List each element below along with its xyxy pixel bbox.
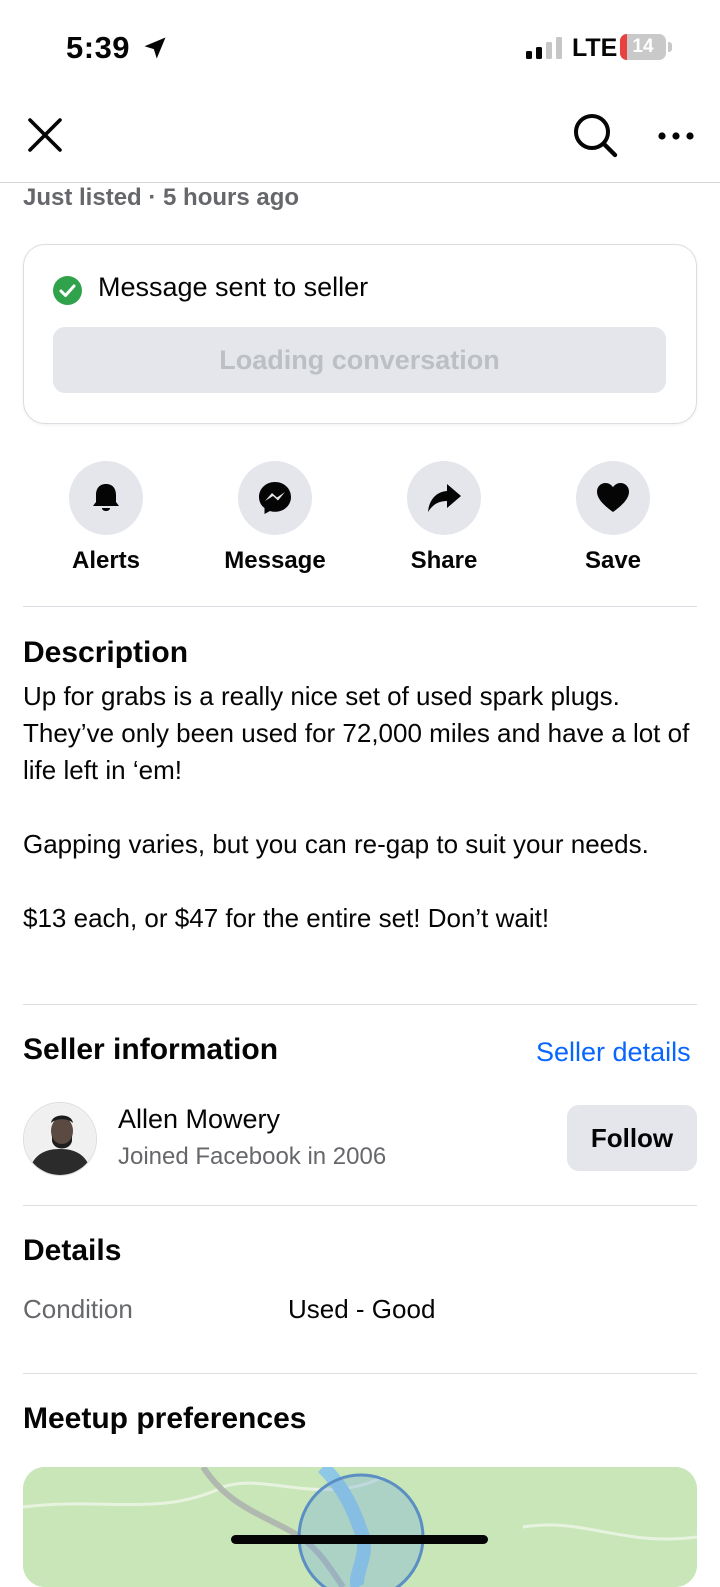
description-body: Up for grabs is a really nice set of use… — [23, 681, 690, 933]
condition-label: Condition — [23, 1294, 133, 1324]
save-button[interactable]: Save — [533, 461, 693, 581]
meetup-map[interactable] — [23, 1467, 697, 1587]
seller-avatar[interactable] — [23, 1102, 97, 1176]
section-divider — [23, 1004, 697, 1005]
location-arrow-icon — [144, 37, 166, 59]
description-heading: Description — [23, 636, 189, 669]
nav-divider — [0, 182, 720, 183]
signal-bars-icon — [526, 37, 562, 59]
message-button[interactable]: Message — [195, 461, 355, 581]
details-heading: Details — [23, 1234, 122, 1267]
battery-level: 14 — [632, 36, 654, 57]
home-indicator[interactable] — [231, 1535, 488, 1544]
messenger-icon — [259, 482, 291, 514]
save-label: Save — [584, 547, 642, 574]
condition-value: Used - Good — [288, 1294, 436, 1324]
listed-time: Just listed · 5 hours ago — [23, 184, 300, 211]
message-label: Message — [224, 547, 326, 574]
heart-icon — [597, 483, 629, 512]
search-icon[interactable] — [570, 110, 620, 160]
meetup-heading: Meetup preferences — [23, 1402, 307, 1435]
close-icon[interactable] — [24, 114, 66, 156]
bell-icon — [93, 484, 119, 511]
share-button[interactable]: Share — [364, 461, 524, 581]
status-time: 5:39 — [66, 30, 131, 65]
follow-button[interactable]: Follow — [567, 1105, 697, 1171]
section-divider — [23, 1205, 697, 1206]
more-icon[interactable] — [652, 116, 700, 156]
checkmark-circle-icon — [53, 276, 82, 305]
seller-info-heading: Seller information — [23, 1033, 279, 1066]
network-label: LTE — [572, 34, 618, 62]
battery-icon: 14 — [620, 34, 672, 60]
map-graphic — [23, 1467, 697, 1587]
seller-details-link[interactable]: Seller details — [536, 1037, 691, 1068]
share-icon — [428, 484, 461, 512]
alerts-label: Alerts — [71, 547, 141, 574]
seller-joined: Joined Facebook in 2006 — [118, 1143, 387, 1170]
avatar-photo — [24, 1103, 96, 1175]
section-divider — [23, 606, 697, 607]
alerts-button[interactable]: Alerts — [26, 461, 186, 581]
section-divider — [23, 1373, 697, 1374]
share-label: Share — [410, 547, 478, 574]
seller-name[interactable]: Allen Mowery — [118, 1104, 280, 1135]
message-sent-text: Message sent to seller — [98, 272, 369, 302]
loading-conversation-button[interactable]: Loading conversation — [53, 327, 666, 393]
